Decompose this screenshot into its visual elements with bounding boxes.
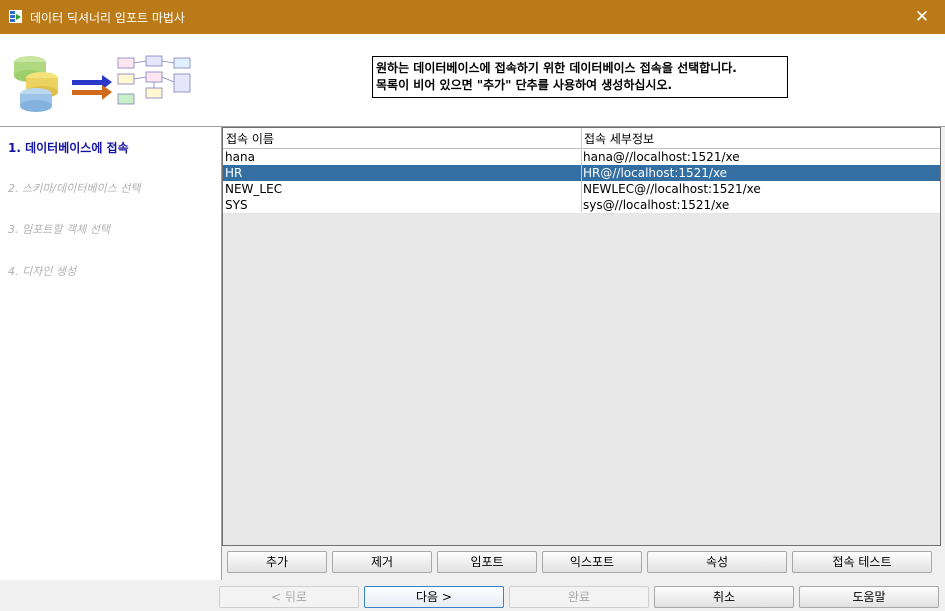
connection-actions-bar: 추가 제거 임포트 익스포트 속성 접속 테스트 bbox=[222, 546, 941, 580]
remove-button[interactable]: 제거 bbox=[332, 551, 432, 573]
properties-button[interactable]: 속성 bbox=[647, 551, 787, 573]
instruction-box: 원하는 데이터베이스에 접속하기 위한 데이터베이스 접속을 선택합니다. 목록… bbox=[372, 56, 788, 98]
step-select-schema: 2. 스키마/데이터베이스 선택 bbox=[8, 182, 141, 195]
window-title: 데이터 딕셔너리 임포트 마법사 bbox=[30, 11, 185, 25]
connection-details-cell: hana@//localhost:1521/xe bbox=[583, 150, 740, 164]
connection-name-cell: hana bbox=[225, 150, 255, 164]
cancel-button[interactable]: 취소 bbox=[654, 586, 794, 608]
step-select-objects: 3. 임포트할 객체 선택 bbox=[8, 223, 110, 236]
instruction-line-1: 원하는 데이터베이스에 접속하기 위한 데이터베이스 접속을 선택합니다. bbox=[376, 61, 737, 75]
test-connection-button[interactable]: 접속 테스트 bbox=[792, 551, 932, 573]
title-bar: 데이터 딕셔너리 임포트 마법사 ✕ bbox=[0, 0, 945, 34]
connection-name-cell: HR bbox=[225, 166, 243, 180]
connection-name-cell: NEW_LEC bbox=[225, 182, 283, 196]
next-button[interactable]: 다음 > bbox=[364, 586, 504, 608]
database-import-illustration-icon bbox=[14, 55, 191, 112]
column-header-connection-details[interactable]: 접속 세부정보 bbox=[584, 130, 654, 147]
wizard-app-icon bbox=[9, 10, 22, 23]
add-button[interactable]: 추가 bbox=[227, 551, 327, 573]
connection-details-cell: sys@//localhost:1521/xe bbox=[583, 198, 730, 212]
step-generate-design: 4. 디자인 생성 bbox=[8, 265, 77, 278]
step-connect-database: 1. 데이터베이스에 접속 bbox=[8, 141, 129, 155]
close-icon[interactable]: ✕ bbox=[899, 0, 945, 34]
back-button[interactable]: < 뒤로 bbox=[219, 586, 359, 608]
column-header-connection-name[interactable]: 접속 이름 bbox=[226, 130, 274, 147]
connection-name-cell: SYS bbox=[225, 198, 248, 212]
connection-details-cell: NEWLEC@//localhost:1521/xe bbox=[583, 182, 761, 196]
import-button[interactable]: 임포트 bbox=[437, 551, 537, 573]
instruction-line-2: 목록이 비어 있으면 "추가" 단추를 사용하여 생성하십시오. bbox=[376, 78, 673, 92]
wizard-header: 원하는 데이터베이스에 접속하기 위한 데이터베이스 접속을 선택합니다. 목록… bbox=[0, 34, 945, 127]
connections-table: 접속 이름 접속 세부정보 hana hana@//localhost:1521… bbox=[222, 127, 941, 546]
help-button[interactable]: 도움말 bbox=[799, 586, 939, 608]
column-divider bbox=[581, 128, 582, 212]
export-button[interactable]: 익스포트 bbox=[542, 551, 642, 573]
wizard-steps-panel: 1. 데이터베이스에 접속 2. 스키마/데이터베이스 선택 3. 임포트할 객… bbox=[0, 127, 222, 580]
connection-details-cell: HR@//localhost:1521/xe bbox=[583, 166, 728, 180]
finish-button[interactable]: 완료 bbox=[509, 586, 649, 608]
